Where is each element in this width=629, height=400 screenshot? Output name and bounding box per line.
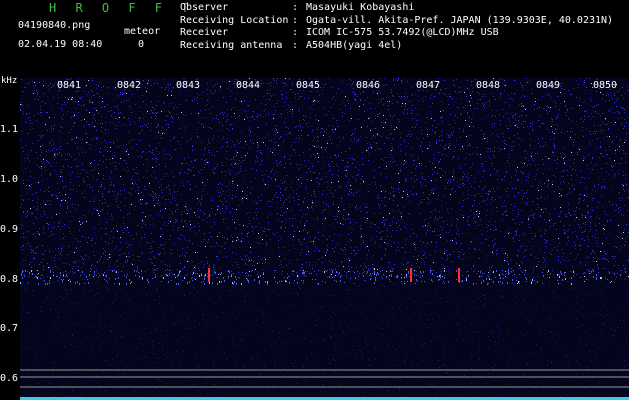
info-row-location: Receiving Location: Ogata-vill. Akita-Pr… (180, 14, 614, 26)
time-tick-label: 0847 (416, 80, 441, 91)
info-row-observer: Observer: Masayuki Kobayashi (180, 2, 415, 13)
y-tick-label: 1.1 (0, 124, 19, 135)
info-key: Receiving Location (180, 14, 289, 26)
y-tick-label: 0.7 (0, 323, 19, 334)
time-tick-label: 0842 (117, 80, 142, 91)
info-row-antenna: Receiving antenna: A504HB(yagi 4el) (180, 39, 403, 51)
spectrogram (20, 78, 629, 400)
header-panel: H R O F F T 04190840.png 02.04.19 08:40 … (0, 0, 629, 76)
spectrogram-canvas (20, 78, 629, 400)
y-tick-label: 0.8 (0, 274, 19, 285)
time-tick-label: 0846 (356, 80, 381, 91)
time-tick-label: 0848 (476, 80, 501, 91)
meteor-count: 0 (138, 39, 145, 50)
file-name: 04190840.png (18, 20, 91, 31)
y-tick-label: 0.6 (0, 373, 19, 384)
time-tick-label: 0844 (236, 80, 261, 91)
time-tick-label: 0850 (593, 80, 618, 91)
time-tick-label: 0843 (176, 80, 201, 91)
info-key: Observer (180, 2, 229, 13)
time-tick-label: 0845 (296, 80, 321, 91)
info-key: Receiving antenna (180, 39, 283, 51)
meteor-label: meteor (124, 26, 161, 37)
info-value: A504HB(yagi 4el) (306, 39, 403, 51)
station-info: Observer: Masayuki Kobayashi Receiving L… (180, 2, 613, 52)
y-tick-label: 0.9 (0, 224, 19, 235)
brand-title: H R O F F T (49, 1, 195, 15)
time-tick-label: 0841 (57, 80, 82, 91)
info-row-receiver: Receiver: ICOM IC-575 53.7492(@LCD)MHz U… (180, 27, 499, 38)
info-value: ICOM IC-575 53.7492(@LCD)MHz USB (306, 27, 499, 38)
y-tick-label: 1.0 (0, 174, 19, 185)
info-value: Ogata-vill. Akita-Pref. JAPAN (139.9303E… (306, 14, 614, 26)
date-time: 02.04.19 08:40 (18, 39, 103, 50)
noise-layer (20, 78, 629, 400)
axis-unit-label: kHz (1, 76, 18, 86)
info-value: Masayuki Kobayashi (306, 2, 415, 13)
info-key: Receiver (180, 27, 229, 38)
time-tick-label: 0849 (536, 80, 561, 91)
